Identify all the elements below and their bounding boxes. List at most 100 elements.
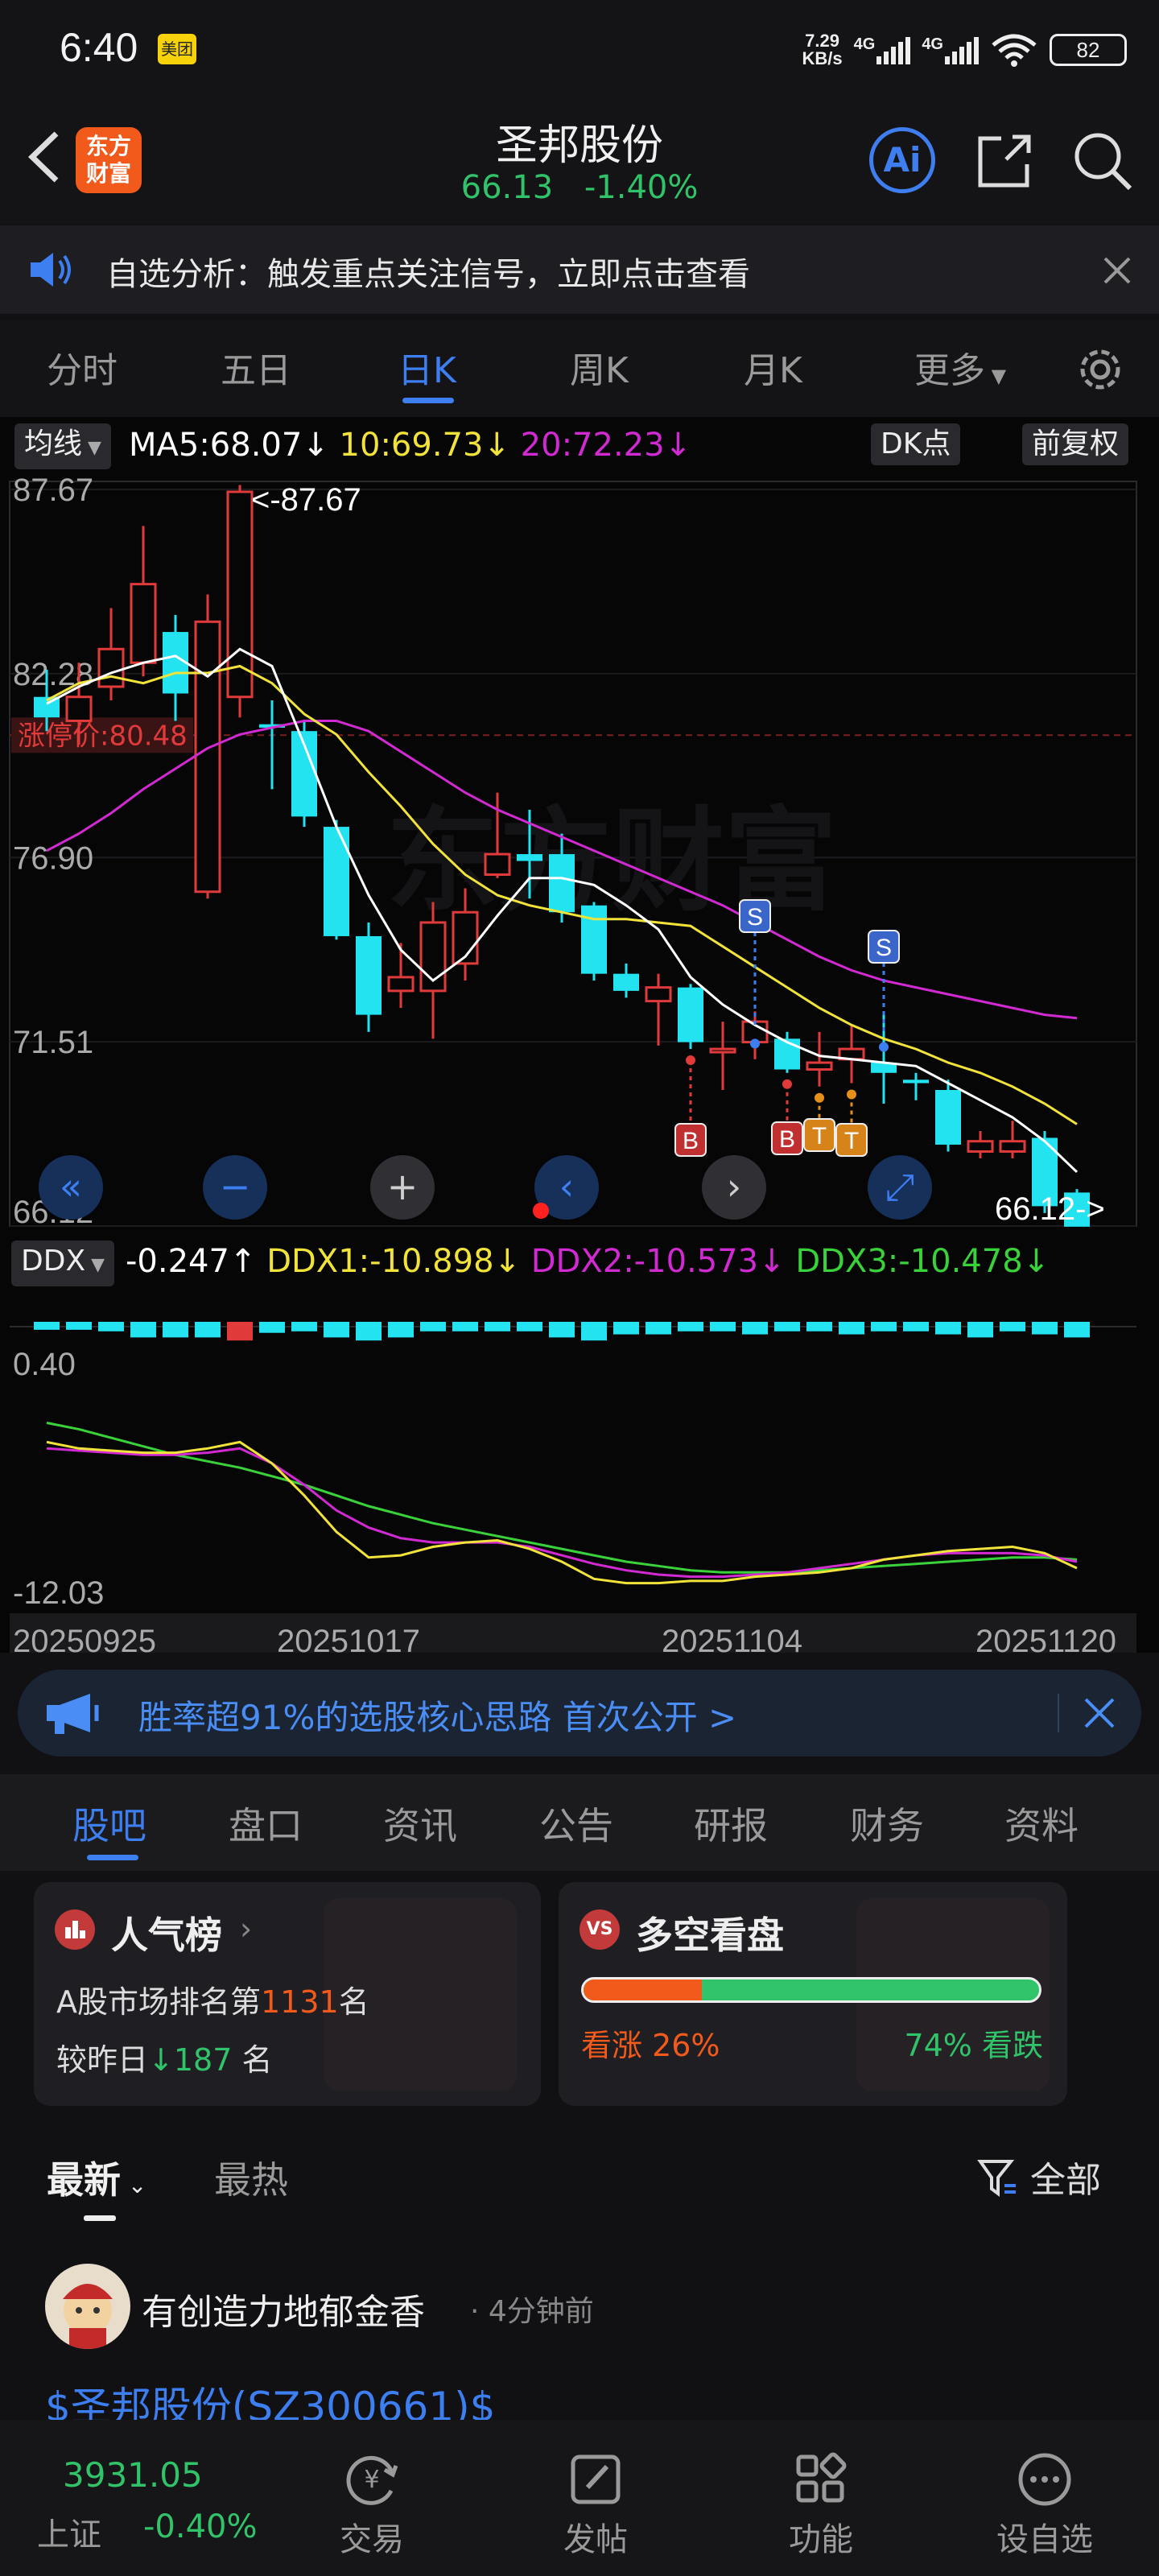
- sentiment-title: 多空看盘: [636, 1913, 784, 1957]
- signal-icon: [876, 35, 911, 64]
- tab-profile[interactable]: 资料: [1004, 1797, 1079, 1850]
- tab-intraday[interactable]: 分时: [47, 341, 118, 393]
- ddx-bar: [130, 1322, 156, 1338]
- search-icon[interactable]: [1070, 129, 1135, 193]
- candle-body: [678, 987, 703, 1042]
- clock: 6:40: [60, 25, 138, 70]
- tab-news[interactable]: 资讯: [383, 1797, 457, 1850]
- apps-icon: [796, 2452, 847, 2503]
- tab-order-book[interactable]: 盘口: [229, 1797, 303, 1850]
- date-axis-bg: [10, 1613, 1136, 1653]
- ddx-bar: [388, 1322, 414, 1338]
- sentiment-card[interactable]: VS 多空看盘 看涨 26% 74% 看跌: [559, 1882, 1067, 2106]
- tab-monthly-k[interactable]: 月K: [744, 341, 802, 393]
- index-name[interactable]: 上证: [37, 2508, 101, 2555]
- ddx-bar: [549, 1322, 575, 1338]
- tab-weekly-k[interactable]: 周K: [570, 341, 629, 393]
- ddx-bar: [806, 1322, 832, 1331]
- zoom-out-icon: −: [220, 1165, 251, 1208]
- sort-latest[interactable]: 最新 ⌄: [47, 2151, 146, 2204]
- post-item[interactable]: 有创造力地郁金香 · 4分钟前 $圣邦股份(SZ300661)$: [0, 2254, 1159, 2430]
- candle-body: [130, 583, 157, 664]
- indicator-select[interactable]: 均线 ▼: [14, 423, 111, 469]
- candle-body: [613, 973, 639, 991]
- ai-button[interactable]: Ai: [869, 127, 935, 193]
- market-rank: A股市场排名第1131名: [56, 1984, 369, 2020]
- vs-icon: VS: [580, 1909, 620, 1950]
- tab-five-day[interactable]: 五日: [221, 341, 291, 393]
- close-icon[interactable]: [1101, 254, 1133, 287]
- info-tabs: 股吧 盘口 资讯 公告 研报 财务 资料: [0, 1774, 1159, 1871]
- ddx-bar: [227, 1322, 253, 1341]
- ddx-legend: -0.247↑ DDX1:-10.898↓ DDX2:-10.573↓ DDX3…: [126, 1243, 1050, 1280]
- signal-dot: [782, 1079, 792, 1089]
- avatar[interactable]: [45, 2264, 130, 2349]
- min-price-label: 66.12->: [995, 1191, 1105, 1227]
- notice-bar[interactable]: 自选分析：触发重点关注信号，立即点击查看: [0, 225, 1159, 314]
- candle-body: [484, 852, 511, 877]
- share-icon[interactable]: [974, 130, 1035, 192]
- ddx-bar: [517, 1322, 542, 1331]
- edit-icon: [571, 2454, 621, 2504]
- close-icon[interactable]: [1082, 1695, 1117, 1731]
- index-change[interactable]: -0.40%: [143, 2508, 258, 2545]
- ddx-bar: [581, 1322, 607, 1341]
- ranking-icon: [55, 1909, 95, 1950]
- post-author[interactable]: 有创造力地郁金香: [142, 2283, 425, 2334]
- nav-add-watchlist[interactable]: 设自选: [964, 2420, 1125, 2576]
- notice-text: 自选分析：触发重点关注信号，立即点击查看: [106, 256, 750, 293]
- kline-chart[interactable]: 87.6782.2876.9071.5166.12涨停价:80.48东方财富<-…: [0, 473, 1159, 1653]
- ddx-bar: [1000, 1322, 1025, 1331]
- popularity-card[interactable]: 人气榜 › A股市场排名第1131名 较昨日↓187 名: [34, 1882, 541, 2106]
- index-value[interactable]: 3931.05: [63, 2455, 203, 2495]
- nav-trade[interactable]: ¥ 交易: [291, 2420, 452, 2576]
- ddx-bar: [98, 1322, 124, 1331]
- ddx-bar: [710, 1322, 736, 1331]
- ddx-bar: [34, 1322, 60, 1330]
- price-adjust-button[interactable]: 前复权: [1022, 423, 1129, 465]
- tab-announcements[interactable]: 公告: [539, 1797, 613, 1850]
- active-tab-indicator: [87, 1855, 138, 1860]
- tab-more[interactable]: 更多 ▼: [914, 341, 1006, 393]
- stock-header: 东方 财富 圣邦股份 66.13 -1.40% Ai: [0, 97, 1159, 224]
- post-time: · 4分钟前: [470, 2295, 594, 2328]
- caret-down-icon: ▼: [85, 1255, 105, 1275]
- nav-post[interactable]: 发帖: [515, 2420, 676, 2576]
- limit-up-label: 涨停价:80.48: [18, 720, 188, 752]
- tab-daily-k[interactable]: 日K: [398, 341, 456, 393]
- svg-text:¥: ¥: [364, 2466, 379, 2494]
- battery-icon: 82: [1050, 34, 1127, 66]
- signal-letter: S: [747, 904, 763, 931]
- filter-button[interactable]: 全部: [977, 2151, 1101, 2202]
- nav-functions[interactable]: 功能: [740, 2420, 901, 2576]
- dk-point-button[interactable]: DK点: [871, 423, 961, 465]
- tab-guba[interactable]: 股吧: [72, 1797, 146, 1850]
- candle-body: [999, 1140, 1026, 1153]
- candle-body: [806, 1061, 833, 1071]
- ddx-bottom-label: -12.03: [13, 1575, 104, 1611]
- promo-banner[interactable]: 胜率超91%的选股核心思路 首次公开 >: [18, 1670, 1141, 1757]
- ddx-bar: [871, 1322, 897, 1331]
- x-tick-label: 20251120: [975, 1624, 1116, 1653]
- ddx-bar: [163, 1322, 188, 1338]
- ddx-bar: [742, 1322, 768, 1335]
- gear-icon[interactable]: [1074, 343, 1127, 396]
- signal-letter: T: [844, 1128, 859, 1154]
- ddx-select[interactable]: DDX ▼: [11, 1241, 115, 1286]
- candle-body: [967, 1140, 994, 1153]
- post-sort-bar: 最新 ⌄ 最热 全部: [0, 2125, 1159, 2222]
- signal-dot: [750, 1038, 760, 1049]
- caret-down-icon: ▼: [985, 365, 1007, 387]
- max-price-label: <-87.67: [251, 482, 361, 518]
- signal-dot: [879, 1042, 889, 1052]
- rewind-icon: «: [60, 1165, 82, 1208]
- kline-panel: 均线 ▼ MA5:68.07↓ 10:69.73↓ 20:72.23↓ DK点 …: [0, 417, 1159, 1653]
- tab-finance[interactable]: 财务: [850, 1797, 924, 1850]
- ddx-bar: [774, 1322, 800, 1331]
- stock-change: -1.40%: [584, 169, 699, 206]
- tab-research[interactable]: 研报: [694, 1797, 768, 1850]
- scroll-left-icon: ‹: [559, 1165, 574, 1208]
- sort-hot[interactable]: 最热: [214, 2151, 288, 2204]
- yuan-circle-icon: ¥: [346, 2455, 398, 2505]
- candle-body: [549, 854, 575, 913]
